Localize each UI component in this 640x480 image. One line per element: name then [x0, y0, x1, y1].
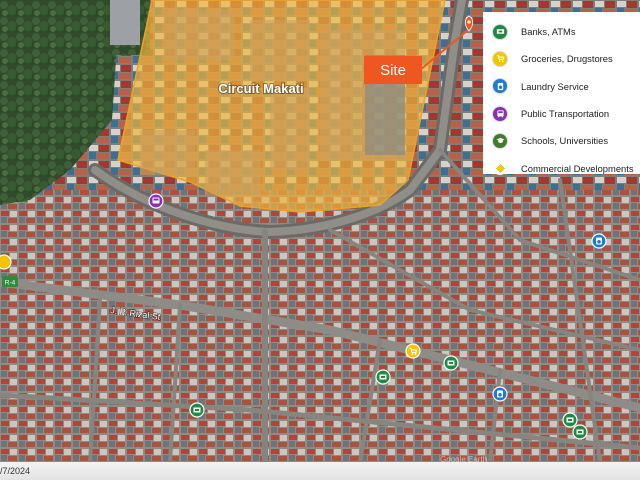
poi-laundry[interactable] — [591, 233, 607, 249]
laundry-icon — [493, 79, 507, 94]
legend-label: Schools, Universities — [521, 135, 609, 147]
tower-building — [110, 0, 140, 45]
legend-item-commercial: Commercial Developments — [493, 154, 636, 181]
poi-grocery[interactable] — [0, 254, 12, 270]
poi-bank[interactable] — [375, 369, 391, 385]
legend-label: Groceries, Drugstores — [521, 53, 613, 65]
legend-item-schools: Schools, Universities — [493, 127, 636, 154]
poi-bus-stop[interactable] — [148, 193, 164, 209]
legend-item-groceries: Groceries, Drugstores — [493, 45, 636, 72]
legend-label: Laundry Service — [521, 80, 589, 92]
circuit-makati-label: Circuit Makati — [218, 81, 303, 96]
poi-bank[interactable] — [572, 424, 588, 440]
poi-bank[interactable] — [562, 412, 578, 428]
poi-grocery[interactable] — [405, 343, 421, 359]
graduation-cap-icon — [493, 133, 507, 148]
site-callout: Site — [364, 56, 422, 84]
map-footer-bar — [0, 462, 640, 480]
legend-label: Commercial Developments — [521, 162, 634, 174]
poi-bank[interactable] — [189, 402, 205, 418]
map-attribution: Google Earth — [440, 455, 488, 464]
poi-laundry[interactable] — [492, 386, 508, 402]
diamond-icon — [493, 161, 507, 176]
poi-bank[interactable] — [443, 355, 459, 371]
legend-item-banks: Banks, ATMs — [493, 18, 636, 45]
legend-label: Banks, ATMs — [521, 26, 576, 38]
legend-item-laundry: Laundry Service — [493, 73, 636, 100]
road-shield-label: R-4 — [5, 280, 16, 287]
cart-icon — [493, 51, 507, 66]
legend-item-transport: Public Transportation — [493, 100, 636, 127]
bank-icon — [493, 24, 507, 39]
legend-label: Public Transportation — [521, 108, 610, 120]
map-legend: Banks, ATMs Groceries, Drugstores Laundr… — [483, 12, 640, 176]
imagery-date: /7/2024 — [0, 466, 31, 476]
bus-icon — [493, 106, 507, 121]
